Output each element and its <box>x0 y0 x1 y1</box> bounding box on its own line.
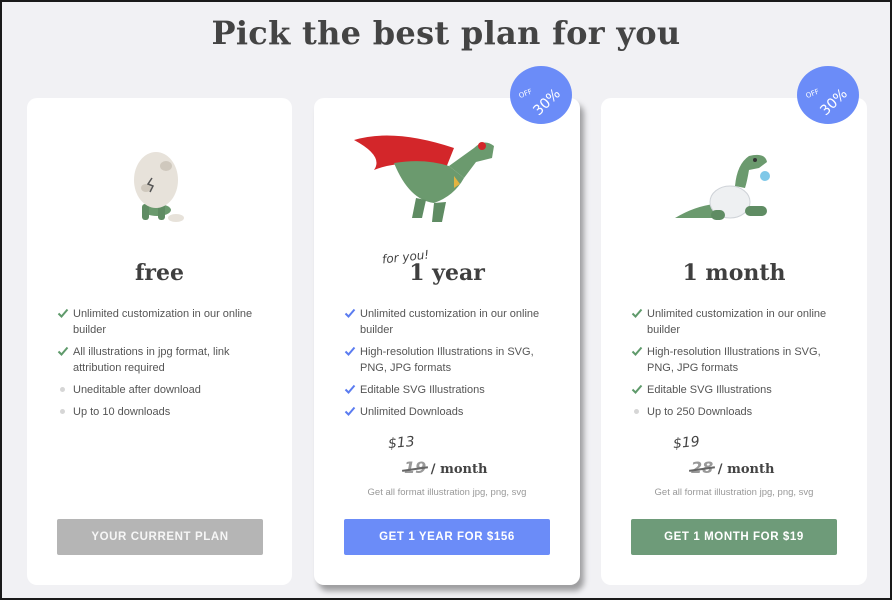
feature-text: Unlimited Downloads <box>360 406 464 418</box>
check-icon <box>344 406 356 416</box>
baby-dino-illustration <box>675 154 770 220</box>
price-old: 28 <box>691 458 714 477</box>
price-line: 19 / month <box>404 458 487 477</box>
feature-text: High-resolution Illustrations in SVG, PN… <box>360 346 534 374</box>
discount-badge: 30% OFF <box>797 66 859 124</box>
current-plan-button[interactable]: YOUR CURRENT PLAN <box>57 519 263 555</box>
check-icon <box>631 384 643 394</box>
plan-card-1-year: 30% OFF for you! 1 year Unlimited customi… <box>314 66 580 585</box>
feature-item: Up to 10 downloads <box>57 404 274 420</box>
feature-text: Up to 10 downloads <box>73 406 171 418</box>
feature-item: Unlimited customization in our online bu… <box>344 306 562 338</box>
badge-suffix: OFF <box>517 87 534 101</box>
bullet-dot <box>634 409 639 414</box>
price-unit: / month <box>717 462 775 477</box>
feature-item: All illustrations in jpg format, link at… <box>57 344 274 376</box>
plan-name: 1 month <box>682 260 786 286</box>
feature-item: Up to 250 Downloads <box>631 404 849 420</box>
price-note: Get all format illustration jpg, png, sv… <box>367 487 527 498</box>
plan-name: free <box>134 260 185 286</box>
check-icon <box>631 346 643 356</box>
superhero-dino-illustration <box>354 135 494 222</box>
feature-text: Unlimited customization in our online bu… <box>647 308 827 336</box>
feature-item: Unlimited customization in our online bu… <box>57 306 274 338</box>
price-note: Get all format illustration jpg, png, sv… <box>654 487 814 498</box>
feature-text: Unlimited customization in our online bu… <box>360 308 540 336</box>
feature-item: Uneditable after download <box>57 382 274 398</box>
check-icon <box>344 384 356 394</box>
badge-suffix: OFF <box>804 87 821 101</box>
feature-item: Editable SVG Illustrations <box>344 382 562 398</box>
feature-list: Unlimited customization in our online bu… <box>344 306 562 426</box>
plan-card-free: free Unlimited customization in our onli… <box>27 98 292 585</box>
price-line: 28 / month <box>691 458 774 477</box>
feature-text: All illustrations in jpg format, link at… <box>73 346 230 374</box>
badge-value: 30% <box>530 85 564 119</box>
feature-text: Editable SVG Illustrations <box>360 384 485 396</box>
feature-item: High-resolution Illustrations in SVG, PN… <box>631 344 849 376</box>
price-new: $19 <box>672 433 701 453</box>
feature-item: High-resolution Illustrations in SVG, PN… <box>344 344 562 376</box>
feature-list: Unlimited customization in our online bu… <box>631 306 849 426</box>
price-new: $13 <box>387 433 416 453</box>
feature-text: Uneditable after download <box>73 384 201 396</box>
feature-list: Unlimited customization in our online bu… <box>57 306 274 426</box>
feature-text: Editable SVG Illustrations <box>647 384 772 396</box>
get-1-month-button[interactable]: GET 1 MONTH FOR $19 <box>631 519 837 555</box>
check-icon <box>631 308 643 318</box>
price-unit: / month <box>430 462 488 477</box>
feature-item: Unlimited customization in our online bu… <box>631 306 849 338</box>
discount-badge: 30% OFF <box>510 66 572 124</box>
feature-text: Unlimited customization in our online bu… <box>73 308 253 336</box>
egg-dino-illustration <box>134 152 184 222</box>
check-icon <box>344 308 356 318</box>
check-icon <box>57 308 69 318</box>
check-icon <box>344 346 356 356</box>
bullet-dot <box>60 387 65 392</box>
bullet-dot <box>60 409 65 414</box>
plan-name: 1 year <box>409 260 485 286</box>
get-1-year-button[interactable]: GET 1 YEAR FOR $156 <box>344 519 550 555</box>
feature-item: Unlimited Downloads <box>344 404 562 420</box>
page-title: Pick the best plan for you <box>211 14 681 52</box>
feature-text: Up to 250 Downloads <box>647 406 753 418</box>
price-old: 19 <box>404 458 427 477</box>
badge-value: 30% <box>817 85 851 119</box>
check-icon <box>57 346 69 356</box>
feature-text: High-resolution Illustrations in SVG, PN… <box>647 346 821 374</box>
plan-card-1-month: 30% OFF 1 month Unlimited customization i… <box>601 66 867 585</box>
feature-item: Editable SVG Illustrations <box>631 382 849 398</box>
